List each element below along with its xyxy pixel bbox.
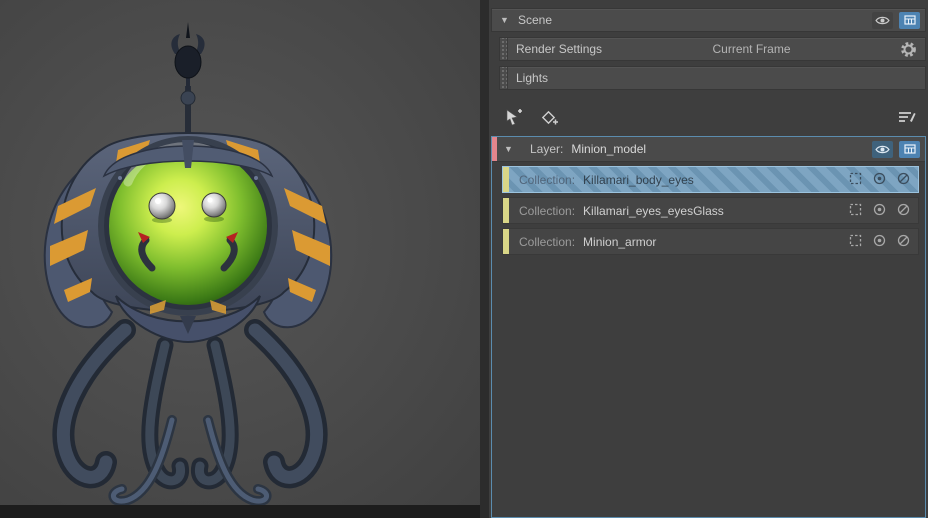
layer-color-strip <box>492 137 497 161</box>
render-settings-gear-icon[interactable] <box>896 37 920 61</box>
collection-select-members-icon[interactable] <box>849 203 862 219</box>
lights-label: Lights <box>516 71 549 85</box>
layers-toolbar <box>491 103 926 131</box>
panel-divider[interactable] <box>480 0 489 518</box>
minion-3d-model <box>43 22 333 507</box>
collection-row-killamari-eyes-eyesglass[interactable]: Collection: Killamari_eyes_eyesGlass <box>502 197 919 224</box>
collection-label: Collection: <box>519 203 576 218</box>
layer-row[interactable]: ▼ Layer: Minion_model <box>492 137 925 162</box>
drag-handle-icon[interactable] <box>500 38 508 60</box>
layer-name: Minion_model <box>571 142 647 156</box>
layer-expand-arrow-icon[interactable]: ▼ <box>504 144 514 154</box>
collection-row-killamari-body-eyes[interactable]: Collection: Killamari_body_eyes <box>502 166 919 193</box>
scene-visibility-eye-icon[interactable] <box>872 11 893 29</box>
layer-visibility-eye-icon[interactable] <box>872 140 893 158</box>
collection-isolate-icon[interactable] <box>873 172 886 188</box>
collection-row-minion-armor[interactable]: Collection: Minion_armor <box>502 228 919 255</box>
collection-label: Collection: <box>519 234 576 249</box>
collection-disable-icon[interactable] <box>897 172 910 188</box>
render-setup-window: ▼ Scene Render Settings Current Frame Li… <box>0 0 928 518</box>
create-collection-button[interactable] <box>537 105 561 129</box>
scene-label: Scene <box>518 13 553 27</box>
collection-name: Minion_armor <box>583 234 657 249</box>
scene-renderable-icon[interactable] <box>899 11 920 29</box>
layer-renderable-icon[interactable] <box>899 140 920 158</box>
collection-name: Killamari_body_eyes <box>583 172 694 187</box>
render-settings-label: Render Settings <box>516 42 603 56</box>
create-layer-button[interactable] <box>501 105 525 129</box>
render-setup-panel: ▼ Scene Render Settings Current Frame Li… <box>489 0 928 518</box>
scene-expand-arrow-icon[interactable]: ▼ <box>500 15 510 25</box>
viewport-3d[interactable] <box>0 0 480 518</box>
collection-select-members-icon[interactable] <box>849 234 862 250</box>
collection-color-strip <box>503 198 509 223</box>
layer-label: Layer: <box>530 142 564 156</box>
collection-isolate-icon[interactable] <box>873 234 886 250</box>
collection-select-members-icon[interactable] <box>849 172 862 188</box>
drag-handle-icon[interactable] <box>500 67 508 89</box>
collection-color-strip <box>503 167 509 192</box>
render-settings-frame-value: Current Frame <box>712 42 791 56</box>
render-settings-row[interactable]: Render Settings Current Frame <box>499 37 926 61</box>
collection-isolate-icon[interactable] <box>873 203 886 219</box>
tentacles <box>52 319 328 507</box>
collection-label: Collection: <box>519 172 576 187</box>
collection-disable-icon[interactable] <box>897 234 910 250</box>
scene-header[interactable]: ▼ Scene <box>491 8 926 32</box>
viewport-bottom-bar <box>0 505 480 518</box>
collection-disable-icon[interactable] <box>897 203 910 219</box>
filter-edit-button[interactable] <box>894 105 918 129</box>
antenna <box>171 22 205 146</box>
collection-name: Killamari_eyes_eyesGlass <box>583 203 724 218</box>
collection-color-strip <box>503 229 509 254</box>
layer-group: ▼ Layer: Minion_model Collection: Killam… <box>491 136 926 518</box>
lights-row[interactable]: Lights <box>499 66 926 90</box>
